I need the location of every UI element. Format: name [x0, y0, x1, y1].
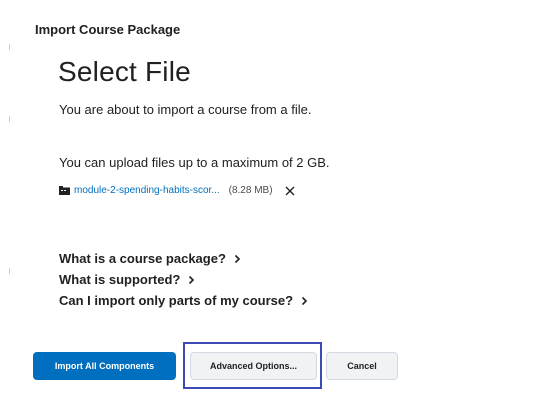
- edge-tick: [9, 116, 10, 122]
- chevron-right-icon: [301, 296, 308, 305]
- edge-tick: [9, 44, 10, 50]
- selected-file: module-2-spending-habits-scor... (8.28 M…: [59, 185, 295, 196]
- cancel-button[interactable]: Cancel: [326, 352, 398, 380]
- help-link-label: Can I import only parts of my course?: [59, 293, 294, 308]
- folder-icon: [59, 186, 70, 195]
- help-link-label: What is supported?: [59, 272, 181, 287]
- help-link-import-parts[interactable]: Can I import only parts of my course?: [59, 290, 308, 311]
- edge-tick: [9, 268, 10, 274]
- page-title: Select File: [58, 56, 191, 87]
- help-links: What is a course package? What is suppor…: [59, 248, 308, 311]
- intro-text: You are about to import a course from a …: [59, 102, 312, 117]
- upload-limit-text: You can upload files up to a maximum of …: [59, 155, 330, 170]
- chevron-right-icon: [189, 275, 195, 284]
- import-all-components-button[interactable]: Import All Components: [33, 352, 176, 380]
- left-edge: [0, 0, 12, 393]
- chevron-right-icon: [234, 254, 241, 263]
- help-link-course-package[interactable]: What is a course package?: [59, 248, 308, 269]
- file-name-link[interactable]: module-2-spending-habits-scor...: [74, 185, 220, 196]
- help-link-supported[interactable]: What is supported?: [59, 269, 308, 290]
- help-link-label: What is a course package?: [59, 251, 226, 266]
- file-size: (8.28 MB): [228, 185, 273, 196]
- dialog-title: Import Course Package: [35, 22, 181, 37]
- close-icon[interactable]: [285, 186, 295, 196]
- advanced-options-button[interactable]: Advanced Options...: [190, 352, 317, 380]
